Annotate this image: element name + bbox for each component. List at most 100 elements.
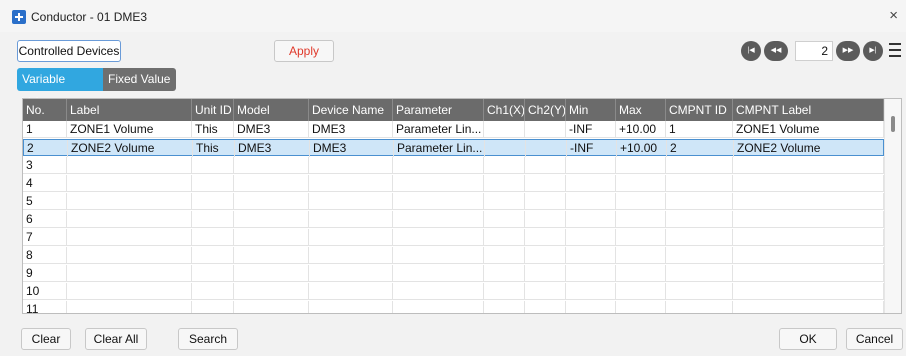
cell-max[interactable]: +10.00	[616, 121, 666, 138]
cell-parameter[interactable]	[393, 175, 484, 192]
cell-unit-id[interactable]	[192, 193, 234, 210]
table-row[interactable]: 3	[23, 157, 884, 174]
cell-ch1[interactable]	[484, 157, 525, 174]
cell-cmpnt-id[interactable]	[666, 229, 733, 246]
cell-no[interactable]: 10	[23, 283, 67, 300]
cell-no[interactable]: 9	[23, 265, 67, 282]
header-ch1[interactable]: Ch1(X)	[484, 99, 525, 121]
cell-ch1[interactable]	[484, 211, 525, 228]
cell-no[interactable]: 7	[23, 229, 67, 246]
cell-label[interactable]	[67, 301, 192, 313]
cell-label[interactable]	[67, 211, 192, 228]
cell-label[interactable]: ZONE1 Volume	[67, 121, 192, 138]
controlled-devices-button[interactable]: Controlled Devices	[17, 40, 121, 62]
cell-ch2[interactable]	[525, 193, 566, 210]
cell-label[interactable]: ZONE2 Volume	[68, 140, 193, 157]
tab-fixed-value[interactable]: Fixed Value	[103, 68, 176, 91]
cell-max[interactable]	[616, 265, 666, 282]
table-row[interactable]: 8	[23, 247, 884, 264]
cell-cmpnt-label[interactable]	[733, 301, 884, 313]
cell-no[interactable]: 3	[23, 157, 67, 174]
cell-parameter[interactable]: Parameter Lin...	[394, 140, 485, 157]
apply-button[interactable]: Apply	[274, 40, 334, 62]
cell-max[interactable]	[616, 229, 666, 246]
cell-unit-id[interactable]	[192, 211, 234, 228]
cell-model[interactable]	[234, 157, 309, 174]
cell-label[interactable]	[67, 283, 192, 300]
cell-parameter[interactable]	[393, 157, 484, 174]
table-row[interactable]: 6	[23, 211, 884, 228]
cell-device-name[interactable]	[309, 247, 393, 264]
cell-min[interactable]	[566, 301, 616, 313]
cell-max[interactable]	[616, 283, 666, 300]
header-cmpnt-id[interactable]: CMPNT ID	[666, 99, 733, 121]
close-icon[interactable]: ×	[889, 7, 898, 24]
table-row[interactable]: 2 ZONE2 Volume This DME3 DME3 Parameter Lin..…	[23, 139, 885, 157]
cell-model[interactable]	[234, 301, 309, 313]
scroll-thumb[interactable]	[891, 116, 895, 132]
cell-label[interactable]	[67, 229, 192, 246]
cell-cmpnt-label[interactable]	[733, 283, 884, 300]
cell-device-name[interactable]: DME3	[310, 140, 394, 157]
cell-device-name[interactable]	[309, 157, 393, 174]
ok-button[interactable]: OK	[779, 328, 837, 350]
cell-label[interactable]	[67, 157, 192, 174]
cell-device-name[interactable]	[309, 211, 393, 228]
cell-parameter[interactable]	[393, 211, 484, 228]
header-min[interactable]: Min	[566, 99, 616, 121]
cell-max[interactable]	[616, 157, 666, 174]
cell-no[interactable]: 4	[23, 175, 67, 192]
header-label[interactable]: Label	[67, 99, 192, 121]
cell-model[interactable]	[234, 193, 309, 210]
cell-ch2[interactable]	[525, 175, 566, 192]
header-model[interactable]: Model	[234, 99, 309, 121]
header-ch2[interactable]: Ch2(Y)	[525, 99, 566, 121]
table-row[interactable]: 5	[23, 193, 884, 210]
cell-parameter[interactable]	[393, 247, 484, 264]
cell-unit-id[interactable]	[192, 265, 234, 282]
clear-button[interactable]: Clear	[21, 328, 71, 350]
cell-ch2[interactable]	[526, 140, 567, 157]
cell-model[interactable]	[234, 283, 309, 300]
cell-device-name[interactable]	[309, 265, 393, 282]
cell-label[interactable]	[67, 193, 192, 210]
cell-max[interactable]	[616, 247, 666, 264]
header-parameter[interactable]: Parameter	[393, 99, 484, 121]
cell-no[interactable]: 2	[24, 140, 68, 157]
page-number-field[interactable]: 2	[795, 41, 833, 61]
cell-ch2[interactable]	[525, 247, 566, 264]
header-unit-id[interactable]: Unit ID	[192, 99, 234, 121]
cell-model[interactable]: DME3	[235, 140, 310, 157]
header-no[interactable]: No.	[23, 99, 67, 121]
table-row[interactable]: 10	[23, 283, 884, 300]
cell-model[interactable]	[234, 211, 309, 228]
cell-max[interactable]	[616, 211, 666, 228]
cell-min[interactable]	[566, 229, 616, 246]
cell-min[interactable]	[566, 211, 616, 228]
cell-cmpnt-id[interactable]	[666, 175, 733, 192]
cell-cmpnt-label[interactable]	[733, 229, 884, 246]
cell-cmpnt-label[interactable]	[733, 175, 884, 192]
cell-cmpnt-label[interactable]	[733, 211, 884, 228]
cell-min[interactable]	[566, 247, 616, 264]
cell-model[interactable]	[234, 247, 309, 264]
cell-no[interactable]: 5	[23, 193, 67, 210]
cell-ch2[interactable]	[525, 121, 566, 138]
table-row[interactable]: 7	[23, 229, 884, 246]
cell-cmpnt-id[interactable]	[666, 157, 733, 174]
cell-model[interactable]	[234, 229, 309, 246]
cell-parameter[interactable]	[393, 229, 484, 246]
clear-all-button[interactable]: Clear All	[85, 328, 147, 350]
cell-no[interactable]: 1	[23, 121, 67, 138]
cell-label[interactable]	[67, 247, 192, 264]
table-row[interactable]: 9	[23, 265, 884, 282]
next-page-icon[interactable]: ▶▶	[836, 41, 860, 61]
cell-ch2[interactable]	[525, 211, 566, 228]
cell-max[interactable]	[616, 301, 666, 313]
cell-device-name[interactable]: DME3	[309, 121, 393, 138]
first-page-icon[interactable]: |◀	[741, 41, 761, 61]
last-page-icon[interactable]: ▶|	[863, 41, 883, 61]
table-row[interactable]: 4	[23, 175, 884, 192]
menu-icon[interactable]	[889, 42, 901, 58]
cell-cmpnt-id[interactable]	[666, 211, 733, 228]
